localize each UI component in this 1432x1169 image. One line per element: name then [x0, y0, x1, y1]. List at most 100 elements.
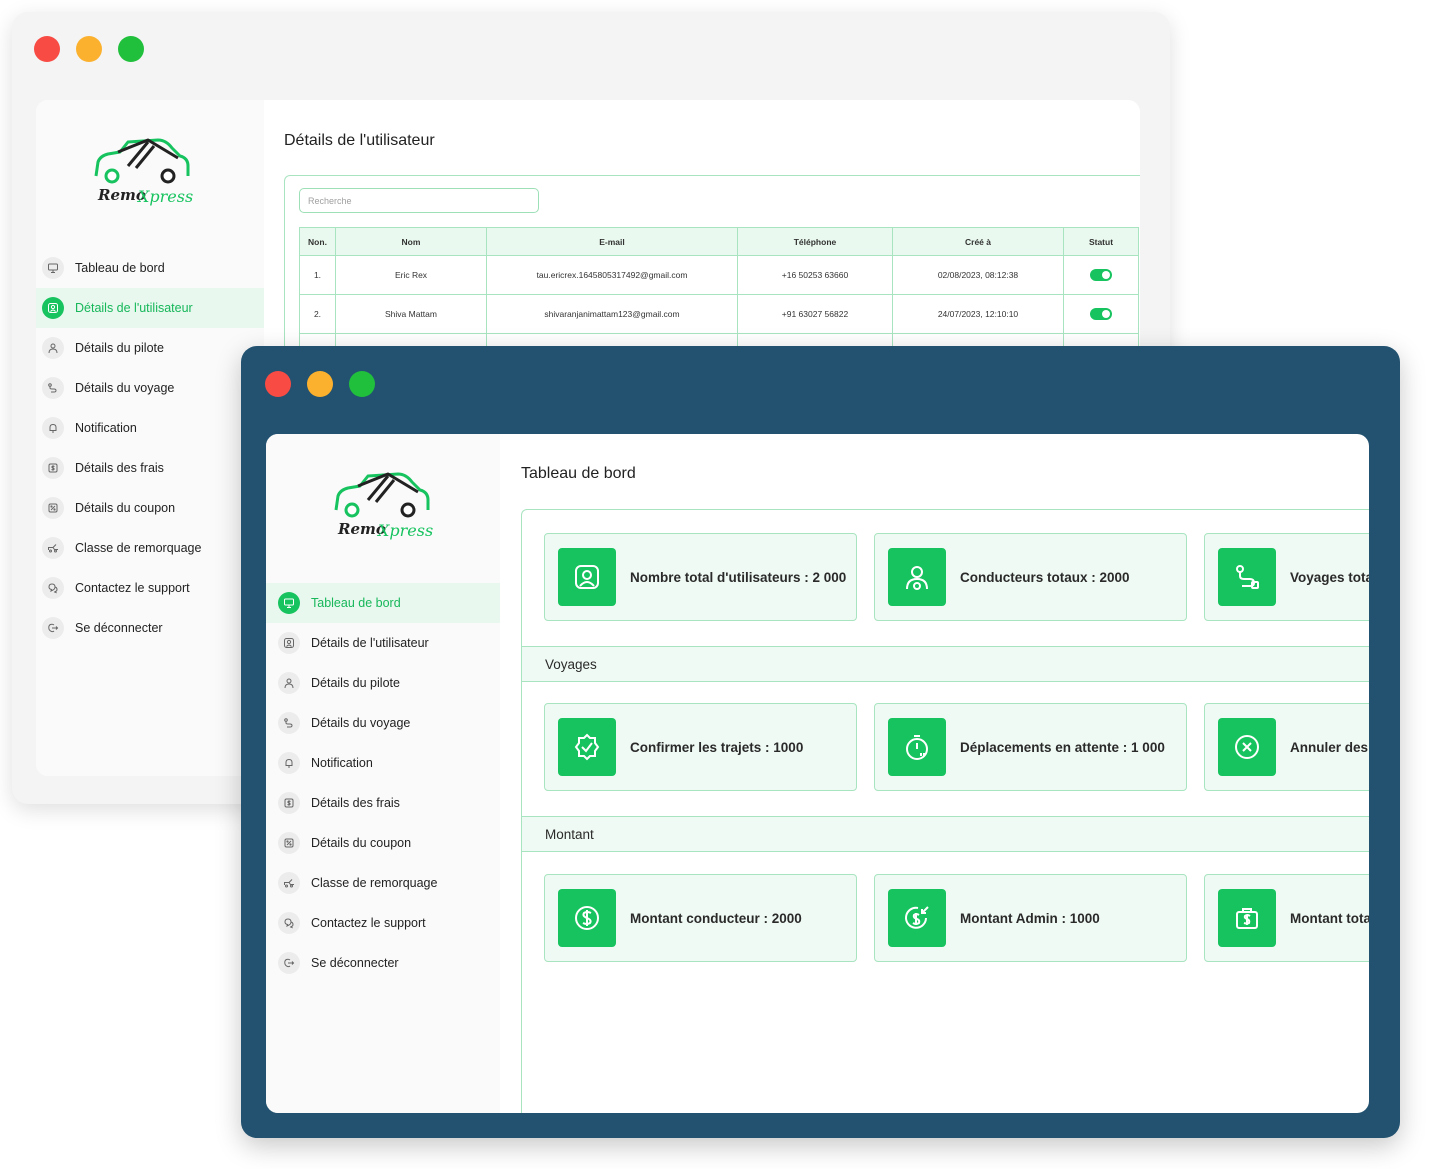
cell-created: 24/07/2023, 12:10:10	[892, 294, 1064, 334]
sidebar-item-fees[interactable]: Détails des frais	[266, 783, 500, 823]
sidebar-item-support[interactable]: Contactez le support	[266, 903, 500, 943]
pending-trips-card[interactable]: Déplacements en attente : 1 000	[874, 703, 1187, 791]
dollar-circle-icon	[558, 889, 616, 947]
sidebar-item-users[interactable]: Détails de l'utilisateur	[36, 288, 264, 328]
stats-row: Nombre total d'utilisateurs : 2 000 Cond…	[544, 533, 1369, 621]
sidebar-item-label: Détails du pilote	[75, 341, 164, 355]
sidebar-item-label: Détails du voyage	[75, 381, 175, 395]
sidebar-item-label: Tableau de bord	[75, 261, 165, 275]
page-title: Détails de l'utilisateur	[284, 132, 435, 149]
sidebar-item-towing[interactable]: Classe de remorquage	[36, 528, 264, 568]
window-controls	[34, 36, 144, 62]
sidebar-item-dashboard[interactable]: Tableau de bord	[266, 583, 500, 623]
coupon-icon	[278, 832, 300, 854]
driver-icon	[888, 548, 946, 606]
dollar-icon	[278, 792, 300, 814]
close-window-button[interactable]	[265, 371, 291, 397]
sidebar-item-label: Contactez le support	[75, 581, 190, 595]
card-label: Montant Admin : 1000	[960, 910, 1100, 926]
col-phone-header[interactable]: Téléphone	[737, 227, 893, 256]
col-created-header[interactable]: Créé à	[892, 227, 1064, 256]
maximize-window-button[interactable]	[118, 36, 144, 62]
sidebar-item-label: Détails des frais	[311, 796, 400, 810]
svg-text:Xpress: Xpress	[376, 521, 433, 540]
maximize-window-button[interactable]	[349, 371, 375, 397]
cell-status	[1063, 294, 1139, 334]
sidebar-item-towing[interactable]: Classe de remorquage	[266, 863, 500, 903]
driver-icon	[278, 672, 300, 694]
cell-phone: +16 50253 63660	[737, 255, 893, 295]
sidebar-item-pilot[interactable]: Détails du pilote	[266, 663, 500, 703]
bell-icon	[278, 752, 300, 774]
user-card-icon	[558, 548, 616, 606]
search-input[interactable]	[299, 188, 539, 213]
card-label: Montant tota	[1290, 910, 1369, 926]
status-toggle[interactable]	[1090, 308, 1112, 320]
monitor-icon	[42, 257, 64, 279]
minimize-window-button[interactable]	[307, 371, 333, 397]
sidebar-item-users[interactable]: Détails de l'utilisateur	[266, 623, 500, 663]
sidebar-item-label: Détails du pilote	[311, 676, 400, 690]
total-drivers-card[interactable]: Conducteurs totaux : 2000	[874, 533, 1187, 621]
sidebar: Remo Xpress Tableau de bord Détails de l'…	[36, 100, 264, 776]
sidebar-item-support[interactable]: Contactez le support	[36, 568, 264, 608]
app-content: Remo Xpress Tableau de bord Détails de l'…	[266, 434, 1369, 1113]
confirmed-trips-card[interactable]: Confirmer les trajets : 1000	[544, 703, 857, 791]
sidebar-nav: Tableau de bord Détails de l'utilisateur D…	[36, 248, 264, 648]
route-icon	[1218, 548, 1276, 606]
sidebar-item-trip[interactable]: Détails du voyage	[36, 368, 264, 408]
col-name-header[interactable]: Nom	[335, 227, 487, 256]
sidebar-item-logout[interactable]: Se déconnecter	[36, 608, 264, 648]
support-icon	[278, 912, 300, 934]
sidebar-item-pilot[interactable]: Détails du pilote	[36, 328, 264, 368]
cell-number: 1.	[299, 255, 336, 295]
tow-truck-icon	[278, 872, 300, 894]
col-email-header[interactable]: E-mail	[486, 227, 738, 256]
driver-amount-card[interactable]: Montant conducteur : 2000	[544, 874, 857, 962]
table-header-row: Non. Nom E-mail Téléphone Créé à Statut	[299, 227, 1139, 256]
sidebar-item-dashboard[interactable]: Tableau de bord	[36, 248, 264, 288]
sidebar-item-label: Classe de remorquage	[311, 876, 438, 890]
col-status-header[interactable]: Statut	[1063, 227, 1139, 256]
sidebar-item-logout[interactable]: Se déconnecter	[266, 943, 500, 983]
sidebar-item-fees[interactable]: Détails des frais	[36, 448, 264, 488]
cell-status	[1063, 255, 1139, 295]
dollar-icon	[42, 457, 64, 479]
brand-logo[interactable]: Remo Xpress	[328, 470, 438, 540]
page-title: Tableau de bord	[521, 465, 636, 482]
sidebar-item-label: Classe de remorquage	[75, 541, 202, 555]
sidebar-item-label: Détails des frais	[75, 461, 164, 475]
sidebar-item-label: Tableau de bord	[311, 596, 401, 610]
sidebar-item-coupon[interactable]: Détails du coupon	[36, 488, 264, 528]
status-toggle[interactable]	[1090, 269, 1112, 281]
sidebar-item-notification[interactable]: Notification	[266, 743, 500, 783]
cancelled-trips-card[interactable]: Annuler des	[1204, 703, 1369, 791]
admin-amount-card[interactable]: Montant Admin : 1000	[874, 874, 1187, 962]
dashboard-window: Remo Xpress Tableau de bord Détails de l'…	[241, 346, 1400, 1138]
sidebar-item-label: Se déconnecter	[75, 621, 163, 635]
sidebar-item-label: Détails du voyage	[311, 716, 411, 730]
money-bag-icon	[1218, 889, 1276, 947]
close-window-button[interactable]	[34, 36, 60, 62]
tow-truck-icon	[42, 537, 64, 559]
col-number-header[interactable]: Non.	[299, 227, 336, 256]
table-row[interactable]: 2. Shiva Mattam shivaranjanimattam123@gm…	[299, 294, 1139, 334]
sidebar-item-coupon[interactable]: Détails du coupon	[266, 823, 500, 863]
badge-check-icon	[558, 718, 616, 776]
total-trips-card[interactable]: Voyages tota	[1204, 533, 1369, 621]
logout-icon	[278, 952, 300, 974]
table-row[interactable]: 1. Eric Rex tau.ericrex.1645805317492@gm…	[299, 255, 1139, 295]
minimize-window-button[interactable]	[76, 36, 102, 62]
sidebar-item-notification[interactable]: Notification	[36, 408, 264, 448]
cancel-circle-icon	[1218, 718, 1276, 776]
card-label: Montant conducteur : 2000	[630, 910, 802, 926]
svg-text:Xpress: Xpress	[136, 187, 193, 206]
total-amount-card[interactable]: Montant tota	[1204, 874, 1369, 962]
trips-row: Confirmer les trajets : 1000 Déplacement…	[544, 703, 1369, 791]
users-table-panel: Non. Nom E-mail Téléphone Créé à Statut …	[284, 175, 1140, 375]
driver-icon	[42, 337, 64, 359]
total-users-card[interactable]: Nombre total d'utilisateurs : 2 000	[544, 533, 857, 621]
user-card-icon	[278, 632, 300, 654]
brand-logo[interactable]: Remo Xpress	[88, 136, 198, 206]
sidebar-item-trip[interactable]: Détails du voyage	[266, 703, 500, 743]
